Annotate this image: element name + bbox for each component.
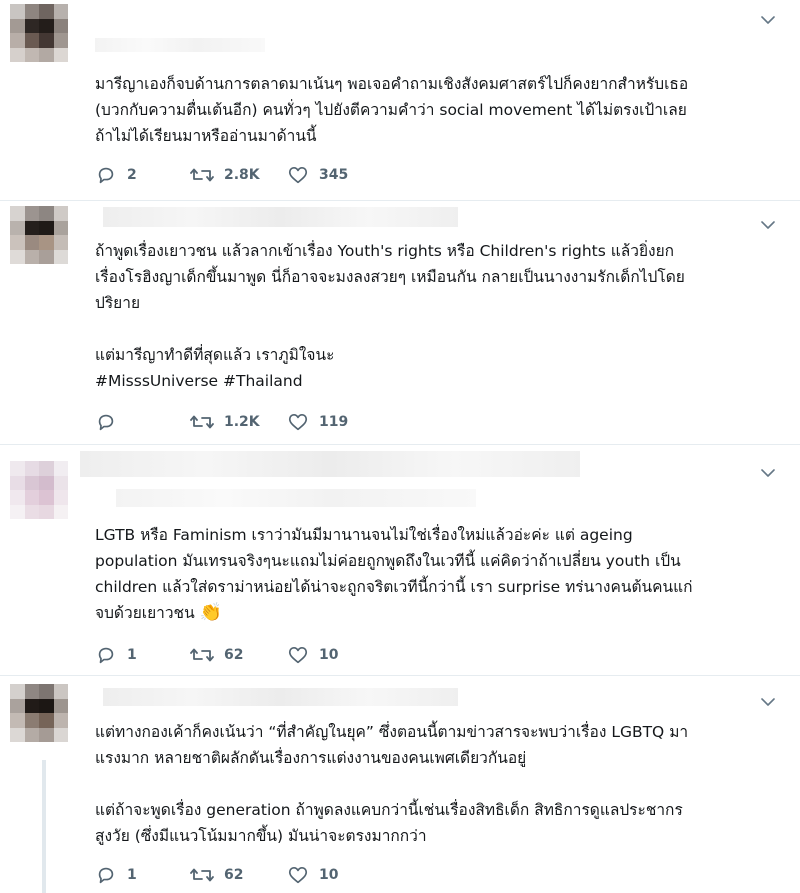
tweet-actions: 1 62 10 — [95, 864, 407, 886]
tweet-3[interactable]: LGTB หรือ Faminism เราว่ามันมีมานานจนไม่… — [0, 445, 800, 675]
like-count: 119 — [319, 414, 349, 430]
tweet-text-body: LGTB หรือ Faminism เราว่ามันมีมานานจนไม่… — [95, 526, 693, 622]
reply-button[interactable] — [95, 411, 190, 433]
retweet-button[interactable]: 62 — [190, 864, 287, 886]
retweet-button[interactable]: 2.8K — [190, 164, 287, 186]
like-button[interactable]: 10 — [287, 864, 407, 886]
avatar[interactable] — [10, 206, 68, 264]
reply-count: 1 — [127, 647, 137, 663]
like-button[interactable]: 345 — [287, 164, 407, 186]
tweet-actions: 1 62 10 — [95, 644, 407, 666]
heart-icon — [287, 644, 309, 666]
retweet-arrows-icon — [190, 411, 214, 433]
reply-bubble-icon — [95, 164, 117, 186]
reply-bubble-icon — [95, 644, 117, 666]
avatar[interactable] — [10, 684, 68, 742]
avatar[interactable] — [10, 4, 68, 62]
retweet-count: 2.8K — [224, 167, 260, 183]
username-blurred — [95, 38, 265, 52]
retweet-arrows-icon — [190, 644, 214, 666]
tweet-1[interactable]: มารีญาเองก็จบด้านการตลาดมาเน้นๆ พอเจอคำถ… — [0, 0, 800, 200]
username-blurred — [103, 207, 458, 227]
tweet-4[interactable]: แต่ทางกองเค้าก็คงเน้นว่า “ที่สำคัญในยุค”… — [0, 676, 800, 893]
like-count: 10 — [319, 867, 339, 883]
clapping-hands-emoji: 👏 — [199, 602, 223, 623]
chevron-down-icon[interactable] — [760, 217, 776, 233]
reply-count: 2 — [127, 167, 137, 183]
retweet-button[interactable]: 1.2K — [190, 411, 287, 433]
chevron-down-icon[interactable] — [760, 694, 776, 710]
retweet-count: 1.2K — [224, 414, 260, 430]
reply-button[interactable]: 1 — [95, 644, 190, 666]
chevron-down-icon[interactable] — [760, 12, 776, 28]
tweet-text: แต่ทางกองเค้าก็คงเน้นว่า “ที่สำคัญในยุค”… — [95, 723, 689, 845]
tweet-actions: 2 2.8K 345 — [95, 164, 407, 186]
tweet-text: มารีญาเองก็จบด้านการตลาดมาเน้นๆ พอเจอคำถ… — [95, 75, 689, 145]
tweet-text: ถ้าพูดเรื่องเยาวชน แล้วลากเข้าเรื่อง You… — [95, 242, 685, 390]
reply-bubble-icon — [95, 864, 117, 886]
tweet-text: LGTB หรือ Faminism เราว่ามันมีมานานจนไม่… — [95, 522, 785, 626]
heart-icon — [287, 164, 309, 186]
reply-count: 1 — [127, 867, 137, 883]
avatar[interactable] — [10, 461, 68, 519]
like-button[interactable]: 10 — [287, 644, 407, 666]
username-blurred — [103, 688, 458, 706]
heart-icon — [287, 864, 309, 886]
retweet-arrows-icon — [190, 164, 214, 186]
reply-button[interactable]: 2 — [95, 164, 190, 186]
retweet-count: 62 — [224, 647, 244, 663]
username-blurred — [80, 451, 580, 477]
retweet-button[interactable]: 62 — [190, 644, 287, 666]
heart-icon — [287, 411, 309, 433]
retweet-count: 62 — [224, 867, 244, 883]
chevron-down-icon[interactable] — [760, 465, 776, 481]
tweet-2[interactable]: ถ้าพูดเรื่องเยาวชน แล้วลากเข้าเรื่อง You… — [0, 201, 800, 444]
tweet-actions: 1.2K 119 — [95, 411, 407, 433]
reply-bubble-icon — [95, 411, 117, 433]
like-count: 10 — [319, 647, 339, 663]
handle-blurred — [116, 489, 476, 507]
reply-button[interactable]: 1 — [95, 864, 190, 886]
like-count: 345 — [319, 167, 349, 183]
like-button[interactable]: 119 — [287, 411, 407, 433]
retweet-arrows-icon — [190, 864, 214, 886]
